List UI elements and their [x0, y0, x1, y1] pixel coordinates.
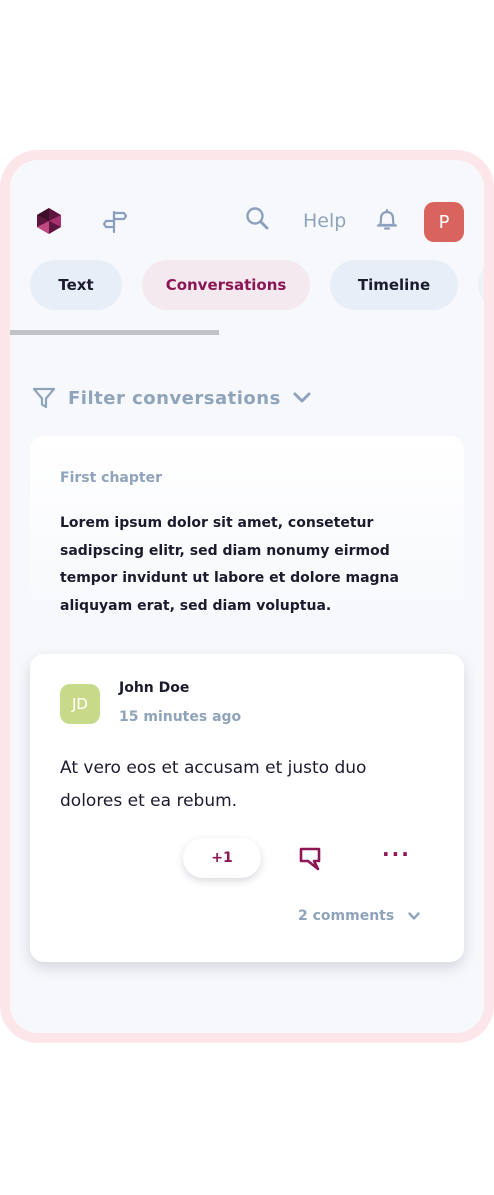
comment-text: At vero eos et accusam et justo duo dolo…	[60, 758, 367, 811]
filter-icon	[32, 387, 56, 409]
user-avatar[interactable]: P	[424, 202, 464, 242]
comment-timestamp: 15 minutes ago	[119, 709, 242, 725]
filter-label: Filter conversations	[68, 387, 281, 409]
chapter-title: First chapter	[60, 470, 162, 486]
logo-icon[interactable]	[34, 206, 64, 236]
chapter-card: First chapter Lorem ipsum dolor sit amet…	[30, 436, 464, 622]
comments-toggle[interactable]: 2 comments	[298, 908, 420, 924]
chevron-down-icon	[408, 911, 420, 920]
tab-text[interactable]: Text	[30, 260, 122, 310]
tab-timeline[interactable]: Timeline	[330, 260, 458, 310]
plus-one-button[interactable]: +1	[183, 838, 261, 878]
tab-more[interactable]	[478, 260, 484, 310]
tab-bar: Text Conversations Timeline	[30, 260, 484, 310]
scroll-progress-bar	[10, 330, 219, 335]
comments-count: 2 comments	[298, 908, 395, 924]
bell-icon[interactable]	[374, 207, 400, 233]
top-bar: Help P	[10, 160, 484, 270]
more-options-button[interactable]: ···	[382, 842, 411, 866]
help-link[interactable]: Help	[303, 210, 346, 232]
chevron-down-icon	[293, 392, 311, 403]
signpost-icon[interactable]	[102, 208, 128, 234]
comment-author: John Doe	[119, 680, 190, 696]
avatar: JD	[60, 684, 100, 724]
app-frame: Help P Text Conversations Timeline Filte…	[0, 150, 494, 1043]
filter-conversations-button[interactable]: Filter conversations	[32, 386, 311, 410]
tab-conversations[interactable]: Conversations	[142, 260, 310, 310]
comment-card: JD John Doe 15 minutes ago At vero eos e…	[30, 654, 464, 962]
chapter-text: Lorem ipsum dolor sit amet, consetetur s…	[60, 515, 399, 614]
reply-icon[interactable]	[298, 846, 322, 872]
search-icon[interactable]	[245, 206, 271, 232]
